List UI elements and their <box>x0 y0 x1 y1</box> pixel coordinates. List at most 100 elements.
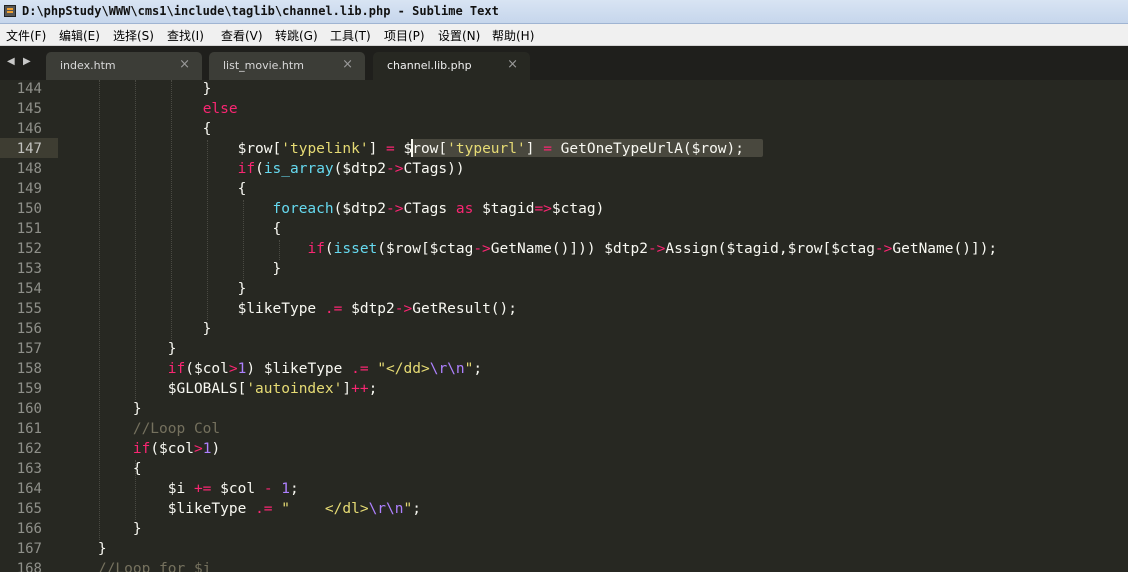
code-token: CTags <box>403 201 456 217</box>
code-token: 'autoindex' <box>246 381 343 397</box>
code-token: CTags)) <box>403 161 465 177</box>
code-token: \r\n <box>429 361 465 377</box>
close-icon[interactable]: × <box>342 57 353 72</box>
code-token: - <box>263 481 273 497</box>
line-number: 159 <box>16 381 42 397</box>
code-token: -> <box>473 241 491 257</box>
menu-bar: 文件(F) 编辑(E) 选择(S) 查找(I) 查看(V) 转跳(G) 工具(T… <box>0 24 1128 46</box>
line-number: 147 <box>16 141 42 157</box>
code-token: "</dd> <box>377 361 430 377</box>
code-token: Assign($tagid,$row[$ctag <box>665 241 875 257</box>
code-token: ($row[$ctag <box>377 241 474 257</box>
code-line: } <box>63 519 142 539</box>
menu-help[interactable]: 帮助(H) <box>492 27 534 44</box>
code-token: } <box>63 521 142 537</box>
line-number: 148 <box>16 161 42 177</box>
code-token: } <box>63 341 177 357</box>
code-token: $dtp2 <box>342 301 395 317</box>
code-token: => <box>534 201 552 217</box>
code-token: { <box>63 461 142 477</box>
code-token: ; <box>412 501 421 517</box>
code-line: } <box>63 279 247 299</box>
code-token: > <box>228 361 238 377</box>
menu-find[interactable]: 查找(I) <box>167 27 204 44</box>
code-token: if <box>167 361 186 377</box>
window-title: D:\phpStudy\WWW\cms1\include\taglib\chan… <box>22 4 499 18</box>
close-icon[interactable]: × <box>507 57 518 72</box>
menu-selection[interactable]: 选择(S) <box>113 27 154 44</box>
code-line: else <box>63 99 238 119</box>
line-number: 166 <box>16 521 42 537</box>
code-editor[interactable]: 144 145 146 147 148 149 150 151 152 153 154 155 156 1… <box>0 80 1128 572</box>
line-number-gutter[interactable]: 144 145 146 147 148 149 150 151 152 153 154 155 156 1… <box>0 80 58 572</box>
code-line: $row['typelink'] = $row['typeurl'] = Get… <box>63 139 744 159</box>
code-line: if($col>1) $likeType .= "</dd>\r\n"; <box>63 359 482 379</box>
arrow-left-icon[interactable]: ◀ <box>7 56 15 67</box>
sublime-text-icon[interactable] <box>4 5 16 17</box>
menu-preferences[interactable]: 设置(N) <box>438 27 480 44</box>
code-token: ) <box>211 441 221 457</box>
code-token: GetOneTypeUrlA($row); <box>551 141 744 157</box>
code-line: if($col>1) <box>63 439 220 459</box>
code-token: //Loop for $i <box>97 561 212 572</box>
menu-file[interactable]: 文件(F) <box>6 27 46 44</box>
arrow-right-icon[interactable]: ▶ <box>23 56 31 67</box>
code-line: { <box>63 219 282 239</box>
tab-index-htm[interactable]: index.htm × <box>46 52 202 80</box>
menu-edit[interactable]: 编辑(E) <box>59 27 100 44</box>
line-number: 145 <box>16 101 42 117</box>
code-token: $likeType <box>63 301 325 317</box>
code-line: { <box>63 119 212 139</box>
close-icon[interactable]: × <box>179 57 190 72</box>
line-number: 150 <box>16 201 42 217</box>
code-line: if(is_array($dtp2->CTags)) <box>63 159 465 179</box>
code-token: GetResult(); <box>412 301 517 317</box>
code-line: $likeType .= $dtp2->GetResult(); <box>63 299 517 319</box>
code-token: ; <box>290 481 299 497</box>
code-token: if <box>307 241 325 257</box>
menu-tools[interactable]: 工具(T) <box>330 27 371 44</box>
menu-project[interactable]: 项目(P) <box>384 27 425 44</box>
code-token: } <box>63 401 142 417</box>
code-token: " </dl> <box>281 501 369 517</box>
code-token: ($dtp2 <box>333 161 387 177</box>
code-token: { <box>63 221 282 237</box>
code-token: $likeType <box>63 501 256 517</box>
code-token: -> <box>386 161 404 177</box>
code-token: ($col <box>150 441 194 457</box>
tab-list-movie-htm[interactable]: list_movie.htm × <box>209 52 365 80</box>
code-token: $row[ <box>63 141 282 157</box>
code-token: -> <box>386 201 404 217</box>
menu-view[interactable]: 查看(V) <box>221 27 263 44</box>
code-token: ; <box>368 381 378 397</box>
code-token: } <box>63 321 212 337</box>
code-token: if <box>237 161 256 177</box>
menu-goto[interactable]: 转跳(G) <box>275 27 318 44</box>
code-token: ] <box>525 141 544 157</box>
code-token: > <box>193 441 203 457</box>
code-token: } <box>63 261 282 277</box>
code-token: ; <box>473 361 483 377</box>
code-token: ] <box>368 141 387 157</box>
code-token: GetName()])) $dtp2 <box>490 241 648 257</box>
code-token: -> <box>394 301 413 317</box>
line-number: 164 <box>16 481 42 497</box>
code-token: " <box>403 501 413 517</box>
code-token: isset <box>333 241 378 257</box>
code-token: } <box>63 541 107 557</box>
code-token: ++ <box>351 381 369 397</box>
line-number: 168 <box>16 561 42 572</box>
tab-channel-lib-php[interactable]: channel.lib.php × <box>373 52 530 80</box>
line-number: 160 <box>16 401 42 417</box>
code-token: GetName()]); <box>892 241 998 257</box>
code-token: is_array <box>263 161 334 177</box>
code-token: ) $likeType <box>246 361 352 377</box>
